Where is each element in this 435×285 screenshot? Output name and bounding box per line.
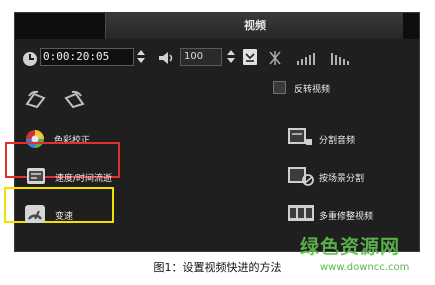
split-audio-label[interactable]: 分割音频	[319, 133, 355, 146]
reverse-video-label: 反转视频	[294, 85, 331, 95]
volume-up-icon[interactable]	[227, 50, 235, 55]
panel-tab-bar: 视频	[15, 13, 419, 39]
volume-dropdown-icon[interactable]	[243, 49, 257, 65]
split-by-scene-icon[interactable]	[288, 165, 314, 187]
tab-bar-left	[15, 13, 105, 39]
variable-speed-label[interactable]: 变速	[55, 209, 73, 222]
reverse-video-checkbox[interactable]	[273, 81, 286, 94]
speed-time-lapse-label[interactable]: 速度/时间流逝	[55, 171, 112, 184]
split-audio-icon[interactable]	[288, 125, 314, 147]
rotate-right-icon[interactable]	[62, 90, 86, 108]
speaker-icon[interactable]	[158, 51, 174, 65]
variable-speed-icon[interactable]	[25, 205, 45, 223]
split-by-scene-label[interactable]: 按场景分割	[319, 171, 364, 184]
figure-caption: 图1：设置视频快进的方法	[153, 261, 282, 274]
mute-icon[interactable]	[268, 50, 282, 66]
watermark-title: 绿色资源网	[300, 236, 401, 258]
volume-down-icon[interactable]	[227, 58, 235, 63]
fade-in-icon[interactable]	[296, 52, 318, 66]
volume-field[interactable]: 100	[180, 48, 222, 66]
volume-spinner[interactable]	[226, 48, 236, 66]
clock-icon	[23, 52, 37, 66]
fade-out-icon[interactable]	[330, 52, 352, 66]
timecode-field[interactable]: 0:00:20:05	[40, 48, 134, 66]
tab-bar-right	[403, 13, 419, 39]
multi-trim-label[interactable]: 多重修整视频	[319, 209, 373, 222]
tab-video[interactable]: 视频	[105, 13, 405, 39]
spin-down-icon[interactable]	[137, 58, 145, 63]
spin-up-icon[interactable]	[137, 50, 145, 55]
multi-trim-icon[interactable]	[288, 203, 316, 225]
timecode-spinner[interactable]	[136, 48, 146, 66]
rotate-left-icon[interactable]	[24, 90, 48, 108]
speed-time-lapse-icon[interactable]	[27, 168, 45, 184]
